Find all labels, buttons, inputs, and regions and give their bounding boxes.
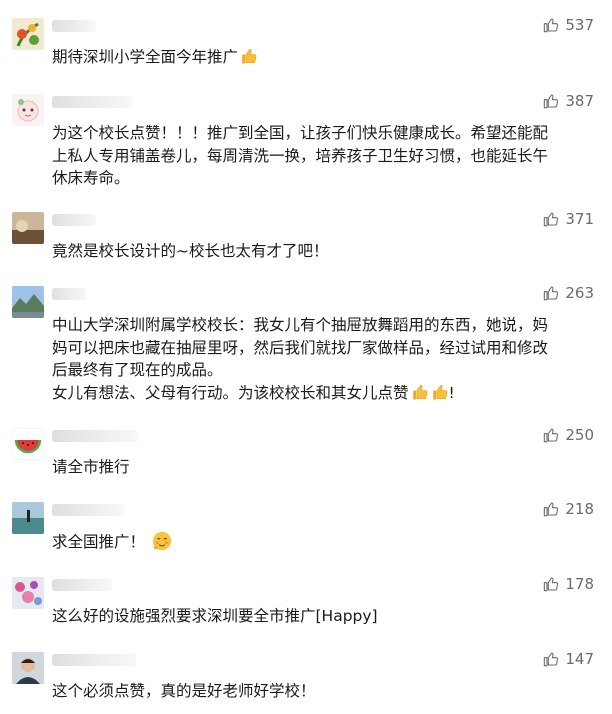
avatar[interactable]	[12, 428, 44, 460]
thumbs-up-icon	[544, 286, 559, 301]
like-button[interactable]: 387	[543, 92, 594, 110]
thumbs-up-icon	[544, 577, 559, 592]
like-button[interactable]: 250	[543, 426, 594, 444]
thumbs-up-icon	[544, 428, 559, 443]
username-blurred[interactable]	[52, 214, 96, 226]
avatar[interactable]	[12, 94, 44, 126]
avatar[interactable]	[12, 652, 44, 684]
like-count: 178	[565, 575, 594, 593]
comment-text: 这么好的设施强烈要求深圳要全市推广[Happy]	[52, 607, 378, 625]
like-button[interactable]: 218	[543, 500, 594, 518]
like-button[interactable]: 537	[543, 16, 594, 34]
avatar[interactable]	[12, 18, 44, 50]
avatar[interactable]	[12, 286, 44, 318]
comment-text: 为这个校长点赞！！！推广到全国，让孩子们快乐健康成长。希望还能配 上私人专用铺盖…	[52, 124, 549, 187]
like-count: 263	[565, 284, 594, 302]
like-count: 250	[565, 426, 594, 444]
username-blurred[interactable]	[52, 430, 138, 442]
like-count: 537	[565, 16, 594, 34]
username-blurred[interactable]	[52, 579, 112, 591]
comment-text: 期待深圳小学全面今年推广	[52, 46, 592, 69]
comment-text: 这个必须点赞，真的是好老师好学校！	[52, 682, 316, 700]
thumbs-up-icon	[544, 94, 559, 109]
like-count: 371	[565, 210, 594, 228]
comment-text: 中山大学深圳附属学校校长：我女儿有个抽屉放舞蹈用的东西，她说，妈 妈可以把床也藏…	[52, 316, 549, 402]
like-button[interactable]: 371	[543, 210, 594, 228]
avatar[interactable]	[12, 577, 44, 609]
blush-emoji-icon	[152, 531, 172, 551]
username-blurred[interactable]	[52, 654, 136, 666]
thumbs-up-icon	[544, 652, 559, 667]
like-count: 218	[565, 500, 594, 518]
username-blurred[interactable]	[52, 288, 86, 300]
like-button[interactable]: 263	[543, 284, 594, 302]
like-button[interactable]: 178	[543, 575, 594, 593]
like-count: 387	[565, 92, 594, 110]
like-button[interactable]: 147	[543, 650, 594, 668]
thumbs-up-icon	[544, 212, 559, 227]
like-count: 147	[565, 650, 594, 668]
username-blurred[interactable]	[52, 96, 132, 108]
thumbs-up-emoji-icon	[432, 384, 447, 399]
thumbs-up-icon	[544, 18, 559, 33]
comment-text: 请全市推行	[52, 458, 130, 476]
avatar[interactable]	[12, 502, 44, 534]
thumbs-up-icon	[544, 502, 559, 517]
thumbs-up-emoji-icon	[412, 384, 427, 399]
comment-text: 竟然是校长设计的~校长也太有才了吧！	[52, 242, 329, 260]
username-blurred[interactable]	[52, 20, 96, 32]
username-blurred[interactable]	[52, 504, 124, 516]
comment-text: 求全国推广！	[52, 530, 592, 554]
thumbs-up-emoji-icon	[242, 48, 257, 64]
avatar[interactable]	[12, 212, 44, 244]
